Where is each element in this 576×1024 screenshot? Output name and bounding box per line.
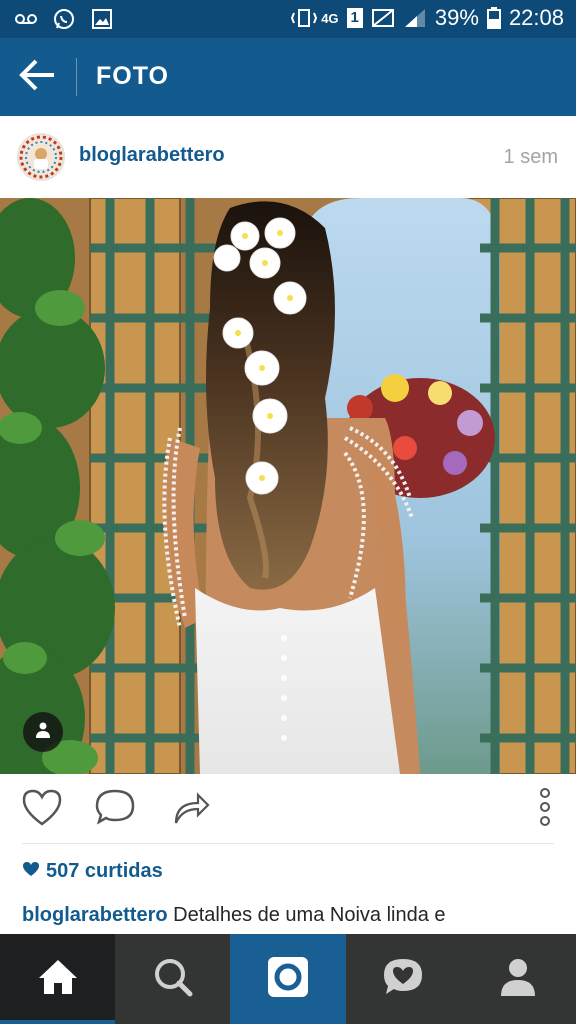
clock: 22:08 (508, 5, 564, 30)
post-actions (0, 774, 576, 844)
battery-percent: 39% (434, 5, 479, 30)
actions-divider (22, 843, 554, 844)
app-bar-divider (76, 58, 77, 96)
home-icon (35, 956, 81, 1003)
back-button[interactable] (14, 54, 62, 100)
camera-icon (265, 954, 311, 1005)
post-caption: bloglarabettero Detalhes de uma Noiva li… (22, 904, 446, 927)
avatar[interactable] (17, 133, 65, 181)
active-tab-indicator (0, 1020, 116, 1024)
whatsapp-icon (52, 8, 76, 30)
post-photo[interactable] (0, 198, 576, 774)
share-icon (168, 787, 212, 832)
likes-label: 507 curtidas (46, 860, 163, 882)
bottom-nav (0, 934, 576, 1024)
user-tag-button[interactable] (23, 712, 63, 752)
profile-icon (498, 956, 538, 1003)
more-options-button[interactable] (524, 786, 566, 833)
vibrate-icon (289, 7, 318, 29)
nav-profile[interactable] (461, 934, 576, 1024)
voicemail-icon (14, 8, 38, 30)
share-button[interactable] (168, 788, 212, 830)
network-type: 4G (321, 10, 339, 26)
battery-icon (486, 7, 501, 29)
comment-button[interactable] (93, 788, 137, 830)
likes-count[interactable]: 507 curtidas (22, 860, 163, 883)
nav-activity[interactable] (346, 934, 461, 1024)
post-username[interactable]: bloglarabettero (79, 144, 225, 167)
app-bar: FOTO (0, 38, 576, 116)
caption-text: Detalhes de uma Noiva linda e (173, 904, 446, 926)
nav-camera[interactable] (230, 934, 346, 1024)
comment-icon (93, 787, 137, 832)
activity-heart-icon (380, 955, 426, 1004)
caption-username[interactable]: bloglarabettero (22, 904, 168, 926)
status-left-icons (14, 8, 114, 30)
no-signal-icon (371, 7, 395, 29)
nav-home[interactable] (0, 934, 116, 1024)
arrow-left-icon (18, 58, 58, 97)
signal-icon (403, 7, 427, 29)
page-title: FOTO (96, 62, 169, 90)
heart-filled-icon (22, 860, 40, 883)
status-bar: 4G 1 39% 22:08 (0, 0, 576, 38)
gallery-icon (90, 8, 114, 30)
more-vertical-icon (535, 786, 555, 833)
sim-slot-badge: 1 (346, 8, 363, 28)
person-icon (34, 721, 52, 744)
like-button[interactable] (20, 788, 64, 830)
search-icon (151, 955, 195, 1004)
post-timestamp: 1 sem (503, 146, 558, 168)
nav-search[interactable] (115, 934, 230, 1024)
heart-icon (20, 787, 64, 832)
status-right-group: 4G 1 39% 22:08 (289, 5, 564, 31)
post-header: bloglarabettero 1 sem (0, 116, 576, 198)
